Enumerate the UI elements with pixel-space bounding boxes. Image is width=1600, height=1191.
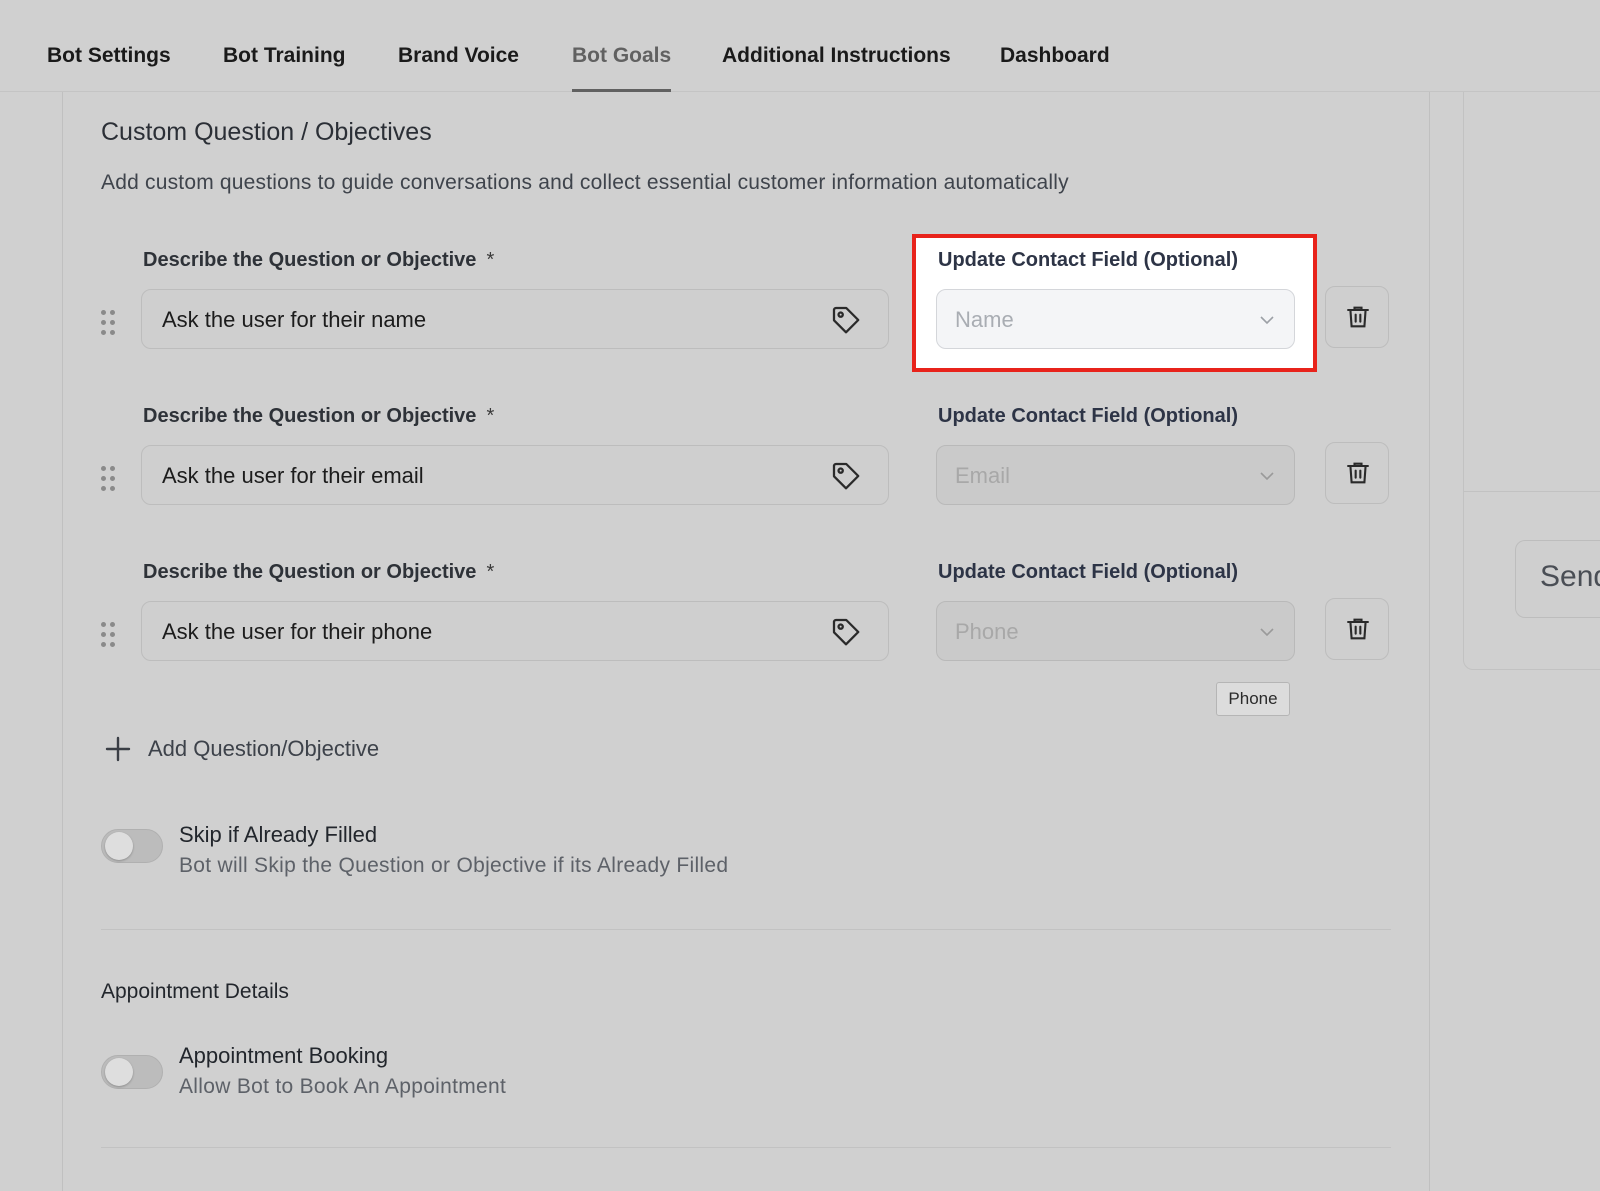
contact-field-placeholder: Name [955,307,1014,332]
appointment-booking-toggle[interactable] [101,1055,163,1089]
drag-handle-icon[interactable] [101,466,119,492]
question-input[interactable]: Ask the user for their phone [141,601,889,661]
drag-handle-icon[interactable] [101,622,119,648]
chevron-down-icon [1260,472,1274,481]
appointment-toggle-title: Appointment Booking [179,1043,389,1068]
divider [101,929,1391,930]
divider [1463,491,1600,492]
trash-icon [1347,618,1369,640]
skip-toggle-subtitle: Bot will Skip the Question or Objective … [179,854,729,877]
question-input-value: Ask the user for their phone [162,619,433,644]
question-input[interactable]: Ask the user for their name [141,289,889,349]
question-input-value: Ask the user for their name [162,307,427,332]
section-title: Custom Question / Objectives [101,118,432,146]
contact-field-label: Update Contact Field (Optional) [938,405,1238,427]
question-label: Describe the Question or Objective * [143,249,495,271]
tab-bot-training[interactable]: Bot Training [223,44,346,92]
required-mark: * [486,561,495,583]
chevron-down-icon [1260,628,1274,637]
tag-icon[interactable] [830,304,862,336]
contact-field-label: Update Contact Field (Optional) [938,249,1238,271]
trash-icon [1347,306,1369,328]
contact-field-select[interactable]: Phone [936,601,1295,661]
contact-field-placeholder: Email [955,463,1011,488]
divider [101,1147,1391,1148]
page: Bot Settings Bot Training Brand Voice Bo… [0,0,1600,1191]
send-button-label: Send [1540,560,1600,593]
section-description: Add custom questions to guide conversati… [101,171,1069,194]
tab-bot-settings[interactable]: Bot Settings [47,44,171,92]
tab-brand-voice[interactable]: Brand Voice [398,44,519,92]
tooltip: Phone [1216,682,1290,716]
required-mark: * [486,405,495,427]
tab-bar: Bot Settings Bot Training Brand Voice Bo… [0,0,1600,92]
question-input-value: Ask the user for their email [162,463,424,488]
contact-field-select[interactable]: Email [936,445,1295,505]
delete-question-button[interactable] [1325,442,1389,504]
add-question-label: Add Question/Objective [148,736,380,761]
appointment-heading: Appointment Details [101,980,289,1003]
drag-handle-icon[interactable] [101,310,119,336]
contact-field-label: Update Contact Field (Optional) [938,561,1238,583]
trash-icon [1347,462,1369,484]
question-label: Describe the Question or Objective * [143,405,495,427]
question-label: Describe the Question or Objective * [143,561,495,583]
delete-question-button[interactable] [1325,286,1389,348]
tab-dashboard[interactable]: Dashboard [1000,44,1110,92]
plus-icon [105,736,131,762]
tag-icon[interactable] [830,460,862,492]
toggle-knob [105,1058,133,1086]
tab-additional-instructions[interactable]: Additional Instructions [722,44,951,92]
chevron-down-icon [1260,316,1274,325]
contact-field-select[interactable]: Name [936,289,1295,349]
required-mark: * [486,249,495,271]
appointment-toggle-subtitle: Allow Bot to Book An Appointment [179,1075,507,1098]
tag-icon[interactable] [830,616,862,648]
send-button[interactable]: Send [1515,540,1600,618]
delete-question-button[interactable] [1325,598,1389,660]
contact-field-placeholder: Phone [955,619,1019,644]
toggle-knob [105,832,133,860]
skip-toggle-title: Skip if Already Filled [179,822,378,847]
tab-bot-goals[interactable]: Bot Goals [572,44,672,92]
skip-if-filled-toggle[interactable] [101,829,163,863]
question-input[interactable]: Ask the user for their email [141,445,889,505]
